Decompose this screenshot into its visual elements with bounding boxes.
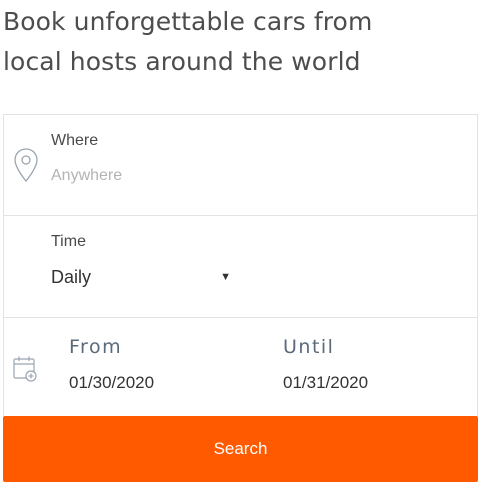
- from-label: From: [69, 336, 123, 358]
- search-form-card: Where Time Daily ▼ From 01/30/2020 Until…: [3, 114, 478, 416]
- time-field: Time Daily ▼: [4, 216, 477, 318]
- time-label: Time: [51, 233, 86, 250]
- time-select-value: Daily: [51, 267, 92, 287]
- caret-down-icon: ▼: [220, 271, 231, 283]
- headline-line-1: Book unforgettable cars from: [3, 7, 373, 36]
- until-label: Until: [283, 336, 335, 358]
- search-button[interactable]: Search: [3, 416, 478, 482]
- headline-line-2: local hosts around the world: [3, 47, 361, 76]
- time-select[interactable]: Daily ▼: [51, 265, 231, 293]
- until-date-input[interactable]: 01/31/2020: [283, 373, 368, 393]
- dates-field: From 01/30/2020 Until 01/31/2020: [4, 318, 477, 417]
- where-field[interactable]: Where: [4, 115, 477, 216]
- location-pin-icon: [12, 147, 40, 183]
- where-label: Where: [51, 132, 99, 149]
- calendar-add-icon: [12, 355, 38, 383]
- where-input[interactable]: [51, 165, 431, 187]
- from-date-input[interactable]: 01/30/2020: [69, 373, 154, 393]
- page-headline: Book unforgettable cars from local hosts…: [3, 2, 473, 82]
